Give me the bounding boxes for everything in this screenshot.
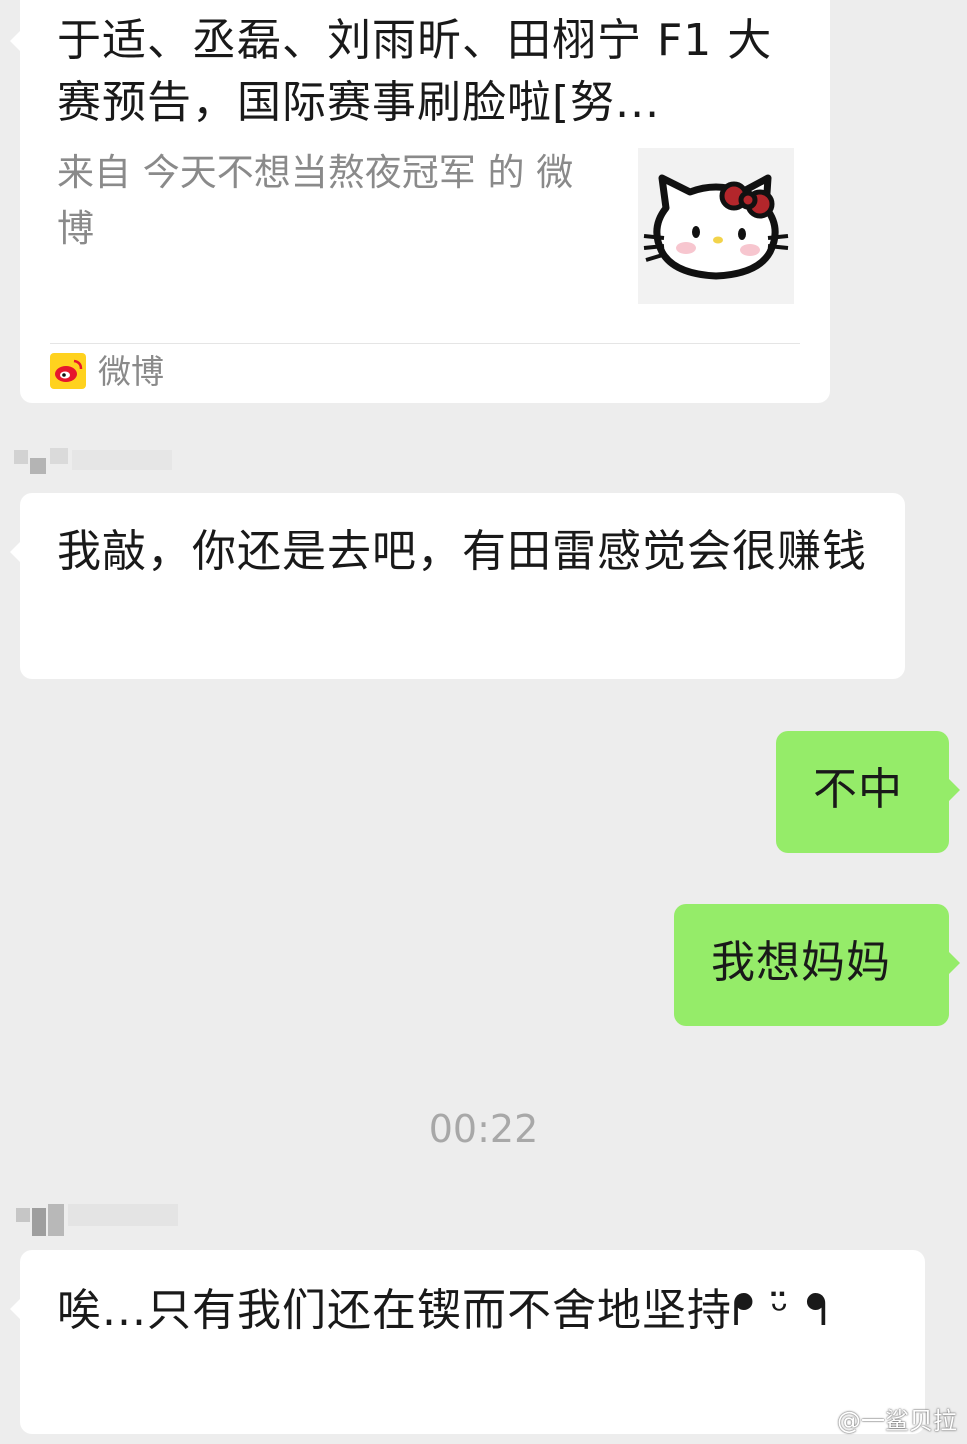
message-bubble-incoming[interactable]: 我敲，你还是去吧，有田雷感觉会很赚钱: [10, 493, 905, 679]
card-divider: [50, 343, 800, 344]
bubble-tail: [10, 30, 21, 52]
message-bubble-incoming[interactable]: 唉...只有我们还在锲而不舍地坚持ᖰ ᵕ̈ ᖳ: [10, 1250, 925, 1434]
weibo-icon: [50, 353, 86, 389]
chat-timestamp: 00:22: [428, 1107, 539, 1151]
shared-link-card[interactable]: 于适、丞磊、刘雨昕、田栩宁 F1 大赛预告，国际赛事刷脸啦[努... 来自 今天…: [10, 0, 830, 403]
card-source: 来自 今天不想当熬夜冠军 的 微博: [57, 151, 574, 250]
avatar[interactable]: [12, 1186, 182, 1242]
message-text: 不中: [813, 764, 903, 815]
bubble-tail: [10, 1298, 21, 1320]
bubble-tail: [949, 952, 960, 974]
card-app-label: 微博: [98, 352, 164, 391]
card-title: 于适、丞磊、刘雨昕、田栩宁 F1 大赛预告，国际赛事刷脸啦[努...: [57, 15, 773, 128]
card-thumbnail: [638, 148, 794, 304]
bubble-tail: [10, 541, 21, 563]
avatar[interactable]: [12, 430, 182, 486]
message-text: 我想妈妈: [711, 937, 891, 988]
hello-kitty-icon: [643, 174, 789, 280]
message-bubble-outgoing[interactable]: 我想妈妈: [674, 904, 960, 1026]
message-bubble-outgoing[interactable]: 不中: [776, 731, 960, 853]
watermark-text: @一鲨贝拉: [837, 1407, 957, 1435]
message-text: 唉...只有我们还在锲而不舍地坚持ᖰ ᵕ̈ ᖳ: [57, 1285, 829, 1336]
message-text: 我敲，你还是去吧，有田雷感觉会很赚钱: [57, 526, 867, 577]
bubble-tail: [949, 779, 960, 801]
watermark: @一鲨贝拉: [803, 1406, 957, 1436]
weibo-icon: [804, 1411, 831, 1433]
